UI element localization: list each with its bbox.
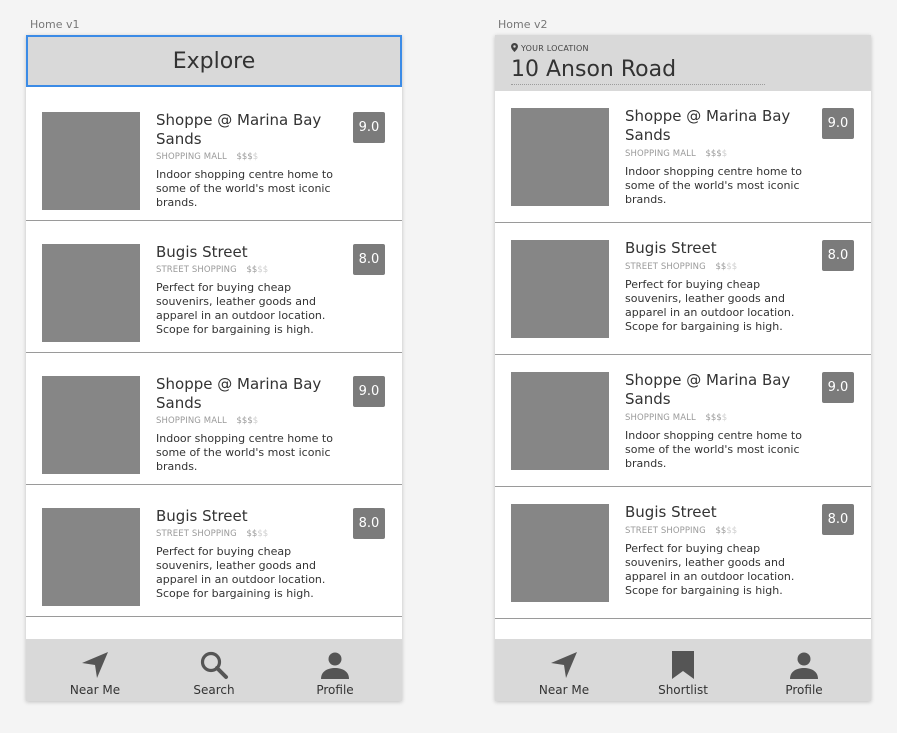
listing-thumbnail xyxy=(42,244,140,342)
bookmark-icon xyxy=(668,649,698,681)
listing-list[interactable]: Shoppe @ Marina Bay Sands SHOPPING MALL … xyxy=(495,91,871,619)
listing-card[interactable]: Shoppe @ Marina Bay Sands SHOPPING MALL … xyxy=(495,355,871,487)
listing-card[interactable]: Bugis Street STREET SHOPPING $$$$ Perfec… xyxy=(26,221,402,353)
listing-price: $$$$ xyxy=(705,149,728,159)
listing-thumbnail xyxy=(42,112,140,210)
listing-title: Shoppe @ Marina Bay Sands xyxy=(156,375,322,412)
listing-list[interactable]: Shoppe @ Marina Bay Sands SHOPPING MALL … xyxy=(26,89,402,617)
artboard-label-home-v2: Home v2 xyxy=(498,18,548,31)
listing-price: $$$$ xyxy=(715,526,738,536)
listing-title: Shoppe @ Marina Bay Sands xyxy=(625,371,791,408)
listing-title: Shoppe @ Marina Bay Sands xyxy=(625,107,791,144)
search-icon xyxy=(199,649,229,681)
listing-thumbnail xyxy=(511,108,609,206)
listing-card[interactable]: Bugis Street STREET SHOPPING $$$$ Perfec… xyxy=(26,485,402,617)
tab-label: Profile xyxy=(785,683,823,697)
listing-title: Shoppe @ Marina Bay Sands xyxy=(156,111,322,148)
tab-label: Near Me xyxy=(538,683,590,697)
tab-label: Shortlist xyxy=(658,683,708,697)
listing-category: STREET SHOPPING xyxy=(156,529,237,539)
listing-description: Perfect for buying cheap souvenirs, leat… xyxy=(625,278,795,333)
listing-description: Indoor shopping centre home to some of t… xyxy=(625,429,802,470)
listing-description: Indoor shopping centre home to some of t… xyxy=(156,432,333,473)
home-v2-screen: YOUR LOCATION 10 Anson Road Shoppe @ Mar… xyxy=(495,35,871,701)
listing-thumbnail xyxy=(511,372,609,470)
listing-category: SHOPPING MALL xyxy=(156,416,227,426)
navigation-arrow-icon xyxy=(80,649,110,681)
tab-near-me[interactable]: Near Me xyxy=(514,649,614,701)
artboard-label-home-v1: Home v1 xyxy=(30,18,80,31)
rating-badge: 8.0 xyxy=(822,240,854,271)
location-label: YOUR LOCATION xyxy=(511,43,589,54)
listing-card[interactable]: Bugis Street STREET SHOPPING $$$$ Perfec… xyxy=(495,487,871,619)
person-icon xyxy=(789,649,819,681)
listing-card[interactable]: Shoppe @ Marina Bay Sands SHOPPING MALL … xyxy=(26,353,402,485)
listing-description: Indoor shopping centre home to some of t… xyxy=(625,165,802,206)
rating-badge: 8.0 xyxy=(822,504,854,535)
location-header: YOUR LOCATION 10 Anson Road xyxy=(495,35,871,91)
location-selector[interactable]: 10 Anson Road xyxy=(511,57,676,82)
listing-price: $$$$ xyxy=(246,529,269,539)
listing-card[interactable]: Shoppe @ Marina Bay Sands SHOPPING MALL … xyxy=(495,91,871,223)
listing-meta: SHOPPING MALL $$$$ xyxy=(625,149,727,159)
listing-card[interactable]: Shoppe @ Marina Bay Sands SHOPPING MALL … xyxy=(26,89,402,221)
bottom-tab-bar: Near Me Search Profile xyxy=(26,639,402,701)
rating-badge: 8.0 xyxy=(353,508,385,539)
listing-description: Perfect for buying cheap souvenirs, leat… xyxy=(156,545,326,600)
listing-category: STREET SHOPPING xyxy=(625,262,706,272)
listing-meta: STREET SHOPPING $$$$ xyxy=(156,529,268,539)
listing-meta: STREET SHOPPING $$$$ xyxy=(625,262,737,272)
tab-profile[interactable]: Profile xyxy=(285,649,385,701)
listing-price: $$$$ xyxy=(236,152,259,162)
navigation-arrow-icon xyxy=(549,649,579,681)
listing-price: $$$$ xyxy=(715,262,738,272)
listing-category: STREET SHOPPING xyxy=(625,526,706,536)
page-title: Explore xyxy=(172,48,256,74)
tab-label: Search xyxy=(193,683,235,697)
listing-meta: SHOPPING MALL $$$$ xyxy=(156,152,258,162)
listing-description: Indoor shopping centre home to some of t… xyxy=(156,168,333,209)
listing-title: Bugis Street xyxy=(625,239,717,257)
listing-card[interactable]: Bugis Street STREET SHOPPING $$$$ Perfec… xyxy=(495,223,871,355)
listing-category: STREET SHOPPING xyxy=(156,265,237,275)
listing-title: Bugis Street xyxy=(156,507,248,525)
listing-price: $$$$ xyxy=(246,265,269,275)
listing-price: $$$$ xyxy=(705,413,728,423)
listing-category: SHOPPING MALL xyxy=(625,149,696,159)
bottom-tab-bar: Near Me Shortlist Profile xyxy=(495,639,871,701)
listing-meta: STREET SHOPPING $$$$ xyxy=(625,526,737,536)
tab-near-me[interactable]: Near Me xyxy=(45,649,145,701)
tab-label: Profile xyxy=(316,683,354,697)
listing-thumbnail xyxy=(42,376,140,474)
listing-category: SHOPPING MALL xyxy=(156,152,227,162)
listing-thumbnail xyxy=(511,240,609,338)
map-pin-icon xyxy=(511,43,518,54)
tab-search[interactable]: Search xyxy=(164,649,264,701)
rating-badge: 8.0 xyxy=(353,244,385,275)
tab-profile[interactable]: Profile xyxy=(754,649,854,701)
listing-description: Perfect for buying cheap souvenirs, leat… xyxy=(625,542,795,597)
listing-thumbnail xyxy=(42,508,140,606)
person-icon xyxy=(320,649,350,681)
rating-badge: 9.0 xyxy=(822,108,854,139)
listing-meta: SHOPPING MALL $$$$ xyxy=(156,416,258,426)
tab-label: Near Me xyxy=(69,683,121,697)
listing-thumbnail xyxy=(511,504,609,602)
rating-badge: 9.0 xyxy=(353,376,385,407)
rating-badge: 9.0 xyxy=(822,372,854,403)
tab-shortlist[interactable]: Shortlist xyxy=(633,649,733,701)
explore-header: Explore xyxy=(26,35,402,87)
location-underline xyxy=(511,84,765,85)
rating-badge: 9.0 xyxy=(353,112,385,143)
listing-price: $$$$ xyxy=(236,416,259,426)
location-label-text: YOUR LOCATION xyxy=(521,44,589,53)
listing-meta: SHOPPING MALL $$$$ xyxy=(625,413,727,423)
listing-description: Perfect for buying cheap souvenirs, leat… xyxy=(156,281,326,336)
listing-meta: STREET SHOPPING $$$$ xyxy=(156,265,268,275)
listing-title: Bugis Street xyxy=(156,243,248,261)
listing-category: SHOPPING MALL xyxy=(625,413,696,423)
listing-title: Bugis Street xyxy=(625,503,717,521)
home-v1-screen: Explore Shoppe @ Marina Bay Sands SHOPPI… xyxy=(26,35,402,701)
